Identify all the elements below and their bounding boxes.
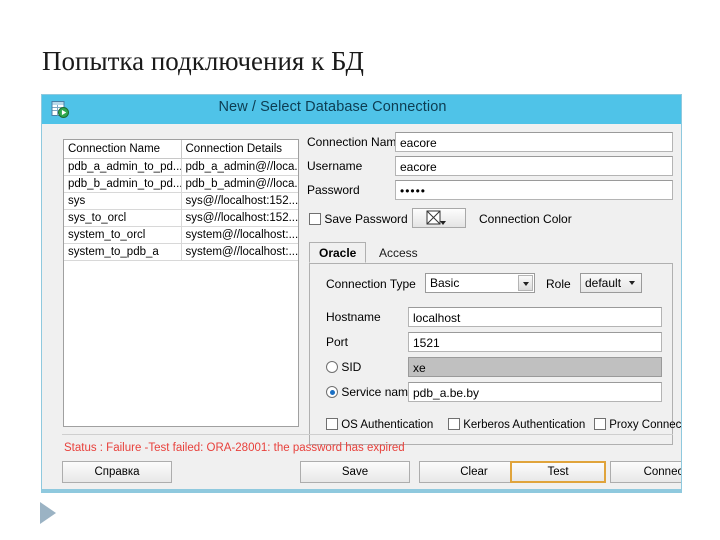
role-select[interactable]: default bbox=[580, 273, 642, 293]
radio-circle bbox=[326, 386, 338, 398]
cell-connection-name: pdb_b_admin_to_pd... bbox=[64, 175, 182, 193]
dialog-titlebar: New / Select Database Connection bbox=[42, 95, 681, 124]
role-value: default bbox=[585, 276, 622, 290]
cell-connection-name: system_to_orcl bbox=[64, 226, 182, 244]
authentication-options-row: OS Authentication Kerberos Authenticatio… bbox=[320, 416, 681, 436]
column-header-connection-details[interactable]: Connection Details bbox=[181, 140, 298, 159]
connection-type-select[interactable]: Basic bbox=[425, 273, 535, 293]
sid-row: SID xe bbox=[320, 357, 662, 379]
kerberos-authentication-label: Kerberos Authentication bbox=[463, 419, 586, 431]
connection-type-value: Basic bbox=[430, 276, 460, 290]
tab-oracle[interactable]: Oracle bbox=[309, 242, 367, 263]
connect-button[interactable]: Connect bbox=[610, 461, 681, 483]
tab-access[interactable]: Access bbox=[369, 242, 428, 263]
kerberos-authentication-checkbox[interactable]: Kerberos Authentication bbox=[448, 418, 585, 431]
page-title: Попытка подключения к БД bbox=[42, 46, 364, 76]
connection-name-label: Connection Name bbox=[307, 135, 404, 149]
cell-connection-name: sys_to_orcl bbox=[64, 209, 182, 227]
username-input[interactable]: eacore bbox=[395, 156, 673, 176]
password-row: Password ••••• bbox=[307, 180, 681, 202]
password-label: Password bbox=[307, 183, 360, 197]
connection-color-button[interactable] bbox=[412, 208, 466, 228]
dialog-body: Connection Name Connection Details pdb_a… bbox=[42, 124, 681, 489]
status-badge: Status : Failure -Test failed: ORA-28001… bbox=[64, 442, 405, 454]
save-password-row: Save Password Connection Color bbox=[307, 208, 681, 234]
port-label: Port bbox=[326, 335, 349, 349]
dialog-button-bar: Справка Save Clear Test Connect bbox=[42, 461, 681, 487]
connection-color-label: Connection Color bbox=[479, 212, 572, 226]
connection-name-input[interactable]: eacore bbox=[395, 132, 673, 152]
password-input[interactable]: ••••• bbox=[395, 180, 673, 200]
save-password-checkbox[interactable]: Save Password bbox=[309, 212, 408, 226]
cell-connection-details: system@//localhost:... bbox=[181, 243, 298, 261]
hostname-input[interactable]: localhost bbox=[408, 307, 662, 327]
table-row[interactable]: system_to_orcl system@//localhost:... bbox=[64, 226, 298, 244]
dialog-title: New / Select Database Connection bbox=[218, 99, 447, 115]
sid-input: xe bbox=[408, 357, 662, 377]
service-name-radio[interactable]: Service name bbox=[326, 385, 415, 399]
connection-tabs: Oracle Access bbox=[309, 242, 681, 264]
cell-connection-details: sys@//localhost:152... bbox=[181, 192, 298, 210]
cell-connection-name: sys bbox=[64, 192, 182, 210]
service-name-input[interactable]: pdb_a.be.by bbox=[408, 382, 662, 402]
service-name-label: Service name bbox=[341, 385, 415, 399]
help-button[interactable]: Справка bbox=[62, 461, 172, 483]
column-header-connection-name[interactable]: Connection Name bbox=[64, 140, 182, 159]
checkbox-box bbox=[326, 418, 338, 430]
checkbox-box bbox=[594, 418, 606, 430]
username-row: Username eacore bbox=[307, 156, 681, 178]
connection-type-row: Connection Type Basic Role default bbox=[320, 273, 662, 297]
sid-label: SID bbox=[341, 360, 362, 374]
table-row[interactable]: sys_to_orcl sys@//localhost:152... bbox=[64, 209, 298, 227]
cell-connection-name: pdb_a_admin_to_pd... bbox=[64, 158, 182, 176]
chevron-down-icon bbox=[625, 275, 640, 291]
os-authentication-label: OS Authentication bbox=[341, 419, 434, 431]
connection-type-label: Connection Type bbox=[326, 277, 416, 291]
checkbox-box bbox=[309, 213, 321, 225]
sid-radio[interactable]: SID bbox=[326, 360, 361, 374]
service-name-row: Service name pdb_a.be.by bbox=[320, 382, 662, 404]
port-row: Port 1521 bbox=[320, 332, 662, 354]
test-button[interactable]: Test bbox=[510, 461, 606, 483]
connection-list[interactable]: Connection Name Connection Details pdb_a… bbox=[63, 139, 299, 427]
cell-connection-details: pdb_a_admin@//loca... bbox=[181, 158, 298, 176]
os-authentication-checkbox[interactable]: OS Authentication bbox=[326, 418, 433, 431]
cell-connection-details: pdb_b_admin@//loca... bbox=[181, 175, 298, 193]
username-label: Username bbox=[307, 159, 363, 173]
database-connection-dialog: New / Select Database Connection Connect… bbox=[41, 94, 682, 490]
cell-connection-name: system_to_pdb_a bbox=[64, 243, 182, 261]
proxy-connection-label: Proxy Connection bbox=[609, 419, 682, 431]
cell-connection-details: sys@//localhost:152... bbox=[181, 209, 298, 227]
cell-connection-details: system@//localhost:... bbox=[181, 226, 298, 244]
port-input[interactable]: 1521 bbox=[408, 332, 662, 352]
hostname-row: Hostname localhost bbox=[320, 307, 662, 329]
table-row[interactable]: pdb_b_admin_to_pd... pdb_b_admin@//loca.… bbox=[64, 175, 298, 193]
save-password-label: Save Password bbox=[324, 212, 408, 226]
dialog-bottom-strip bbox=[41, 490, 682, 493]
slide-next-arrow-icon[interactable] bbox=[40, 502, 56, 524]
table-row[interactable]: system_to_pdb_a system@//localhost:... bbox=[64, 243, 298, 261]
connection-form: Connection Name eacore Username eacore P… bbox=[307, 132, 681, 489]
connection-list-header: Connection Name Connection Details bbox=[64, 140, 298, 159]
connection-name-row: Connection Name eacore bbox=[307, 132, 681, 154]
table-row[interactable]: pdb_a_admin_to_pd... pdb_a_admin@//loca.… bbox=[64, 158, 298, 176]
hostname-label: Hostname bbox=[326, 310, 381, 324]
proxy-connection-checkbox[interactable]: Proxy Connection bbox=[594, 418, 682, 431]
chevron-down-icon bbox=[518, 275, 533, 291]
checkbox-box bbox=[448, 418, 460, 430]
table-row[interactable]: sys sys@//localhost:152... bbox=[64, 192, 298, 210]
role-label: Role bbox=[546, 277, 571, 291]
oracle-panel: Connection Type Basic Role default Hostn… bbox=[309, 264, 681, 445]
radio-circle bbox=[326, 361, 338, 373]
save-button[interactable]: Save bbox=[300, 461, 410, 483]
status-divider bbox=[62, 434, 673, 435]
